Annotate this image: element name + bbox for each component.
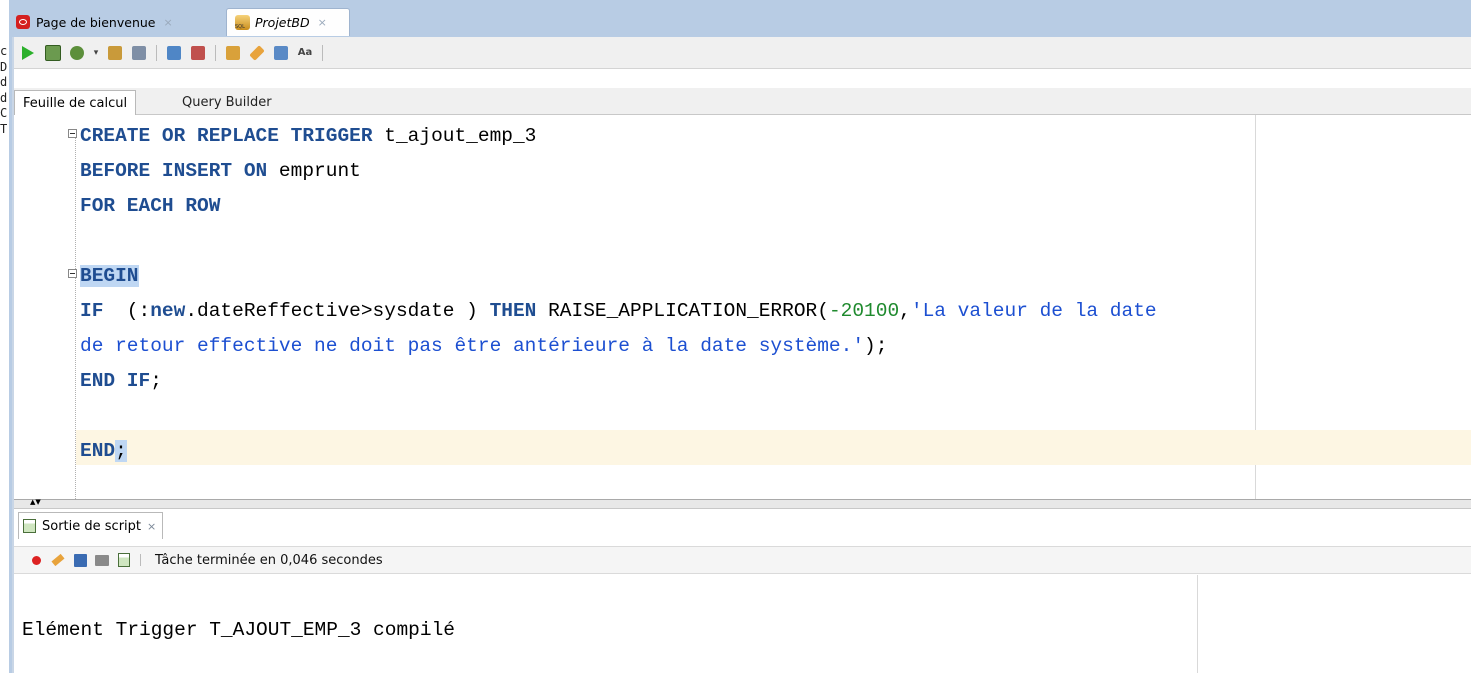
worksheet-toolbar: ▾ Aa bbox=[12, 37, 1471, 69]
code-line-7: de retour effective ne doit pas être ant… bbox=[80, 335, 888, 357]
dropdown-arrow-icon[interactable]: ▾ bbox=[92, 44, 100, 62]
close-icon[interactable]: × bbox=[147, 520, 156, 533]
tab-welcome-page[interactable]: Page de bienvenue × bbox=[12, 8, 228, 36]
print-icon[interactable] bbox=[94, 552, 110, 568]
run-statement-icon[interactable] bbox=[22, 45, 34, 60]
clear-eraser-icon[interactable] bbox=[50, 552, 66, 568]
document-tab-bar: Page de bienvenue × ProjetBD × bbox=[12, 0, 1471, 37]
open-file-icon[interactable] bbox=[116, 552, 132, 568]
commit-icon[interactable] bbox=[68, 44, 86, 62]
sql-tuning-icon[interactable] bbox=[224, 44, 242, 62]
truncated-navigator-text: c D d d C T bbox=[0, 44, 8, 136]
explain-plan-icon[interactable] bbox=[130, 44, 148, 62]
left-panel-strip: c D d d C T bbox=[0, 0, 12, 673]
tab-script-output[interactable]: Sortie de script × bbox=[18, 512, 164, 539]
commit-transaction-icon[interactable] bbox=[165, 44, 183, 62]
fold-toggle-icon[interactable] bbox=[68, 129, 77, 138]
editor-sub-tabs: Feuille de calcul Query Builder bbox=[12, 88, 1471, 115]
autotrace-icon[interactable] bbox=[106, 44, 124, 62]
code-line-2: BEFORE INSERT ON emprunt bbox=[80, 160, 361, 182]
tab-welcome-label: Page de bienvenue bbox=[36, 14, 156, 30]
toolbar-separator bbox=[322, 44, 323, 61]
rollback-icon[interactable] bbox=[189, 44, 207, 62]
fold-toggle-icon[interactable] bbox=[68, 269, 77, 278]
code-line-8: END IF; bbox=[80, 370, 162, 392]
format-case-icon[interactable]: Aa bbox=[296, 44, 314, 62]
sql-history-icon[interactable] bbox=[272, 44, 290, 62]
toolbar-separator bbox=[215, 44, 216, 61]
compile-message: Elément Trigger T_AJOUT_EMP_3 compilé bbox=[22, 619, 455, 641]
sql-editor[interactable]: CREATE OR REPLACE TRIGGER t_ajout_emp_3 … bbox=[12, 115, 1471, 499]
code-line-3: FOR EACH ROW bbox=[80, 195, 221, 217]
close-icon[interactable]: × bbox=[318, 16, 327, 29]
script-output-icon bbox=[23, 519, 36, 533]
script-output-toolbar: Tâche terminée en 0,046 secondes bbox=[12, 546, 1471, 574]
run-script-icon[interactable] bbox=[44, 44, 62, 62]
toolbar-separator bbox=[156, 44, 157, 61]
tab-worksheet[interactable]: Feuille de calcul bbox=[14, 90, 137, 115]
editor-gutter bbox=[12, 115, 72, 499]
splitter-arrows-icon[interactable]: ▲▼ bbox=[30, 499, 41, 506]
close-icon[interactable]: × bbox=[163, 16, 172, 29]
oracle-icon bbox=[16, 15, 30, 29]
clear-eraser-icon[interactable] bbox=[248, 44, 266, 62]
save-icon[interactable] bbox=[72, 552, 88, 568]
panel-splitter[interactable]: ▲▼ bbox=[12, 499, 1471, 509]
tab-projetbd-label: ProjetBD bbox=[255, 15, 310, 30]
script-output-area[interactable]: Elément Trigger T_AJOUT_EMP_3 compilé bbox=[12, 575, 1471, 673]
sql-worksheet-icon bbox=[235, 15, 250, 30]
code-line-5: BEGIN bbox=[80, 265, 139, 287]
tab-script-output-label: Sortie de script bbox=[42, 518, 141, 534]
editor-left-border bbox=[12, 37, 14, 673]
current-line-highlight bbox=[76, 430, 1471, 465]
output-margin-guide bbox=[1197, 575, 1198, 673]
tab-query-builder[interactable]: Query Builder bbox=[174, 90, 280, 114]
task-status-text: Tâche terminée en 0,046 secondes bbox=[155, 552, 383, 568]
toolbar-separator bbox=[140, 554, 141, 566]
code-line-1: CREATE OR REPLACE TRIGGER t_ajout_emp_3 bbox=[80, 125, 537, 147]
pin-icon[interactable] bbox=[28, 552, 44, 568]
code-line-10: END; bbox=[80, 440, 127, 462]
tab-projetbd[interactable]: ProjetBD × bbox=[226, 8, 350, 36]
code-line-6: IF (:new.dateReffective>sysdate ) THEN R… bbox=[80, 300, 1157, 322]
